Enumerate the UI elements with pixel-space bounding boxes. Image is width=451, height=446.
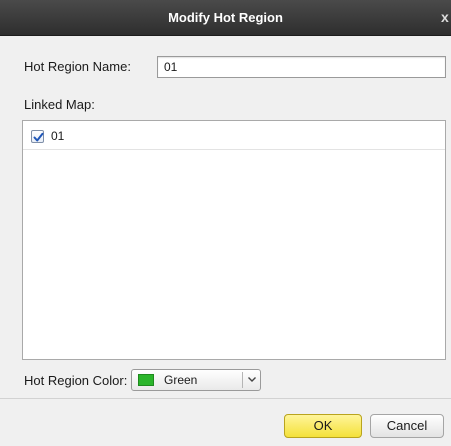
linked-map-checkbox[interactable] xyxy=(31,130,44,143)
title-bar: Modify Hot Region x xyxy=(0,0,451,36)
linked-map-item-label: 01 xyxy=(51,129,65,143)
color-select-value: Green xyxy=(164,373,198,387)
ok-button[interactable]: OK xyxy=(284,414,362,438)
hot-region-color-select[interactable]: Green xyxy=(131,369,261,391)
select-divider xyxy=(242,372,243,388)
list-item[interactable]: 01 xyxy=(23,121,445,150)
chevron-down-icon[interactable] xyxy=(247,373,257,385)
checkmark-icon xyxy=(33,132,44,142)
hot-region-color-label: Hot Region Color: xyxy=(24,373,128,388)
hot-region-name-input[interactable] xyxy=(157,56,446,78)
linked-map-label: Linked Map: xyxy=(24,97,95,112)
hot-region-name-label: Hot Region Name: xyxy=(24,59,131,74)
linked-map-list[interactable]: 01 xyxy=(22,120,446,360)
dialog-footer: OK Cancel xyxy=(0,398,451,446)
cancel-button[interactable]: Cancel xyxy=(370,414,444,438)
modify-hot-region-dialog: Modify Hot Region x Hot Region Name: Lin… xyxy=(0,0,451,446)
close-icon[interactable]: x xyxy=(441,8,451,26)
dialog-title: Modify Hot Region xyxy=(168,10,283,25)
color-swatch xyxy=(138,374,154,386)
